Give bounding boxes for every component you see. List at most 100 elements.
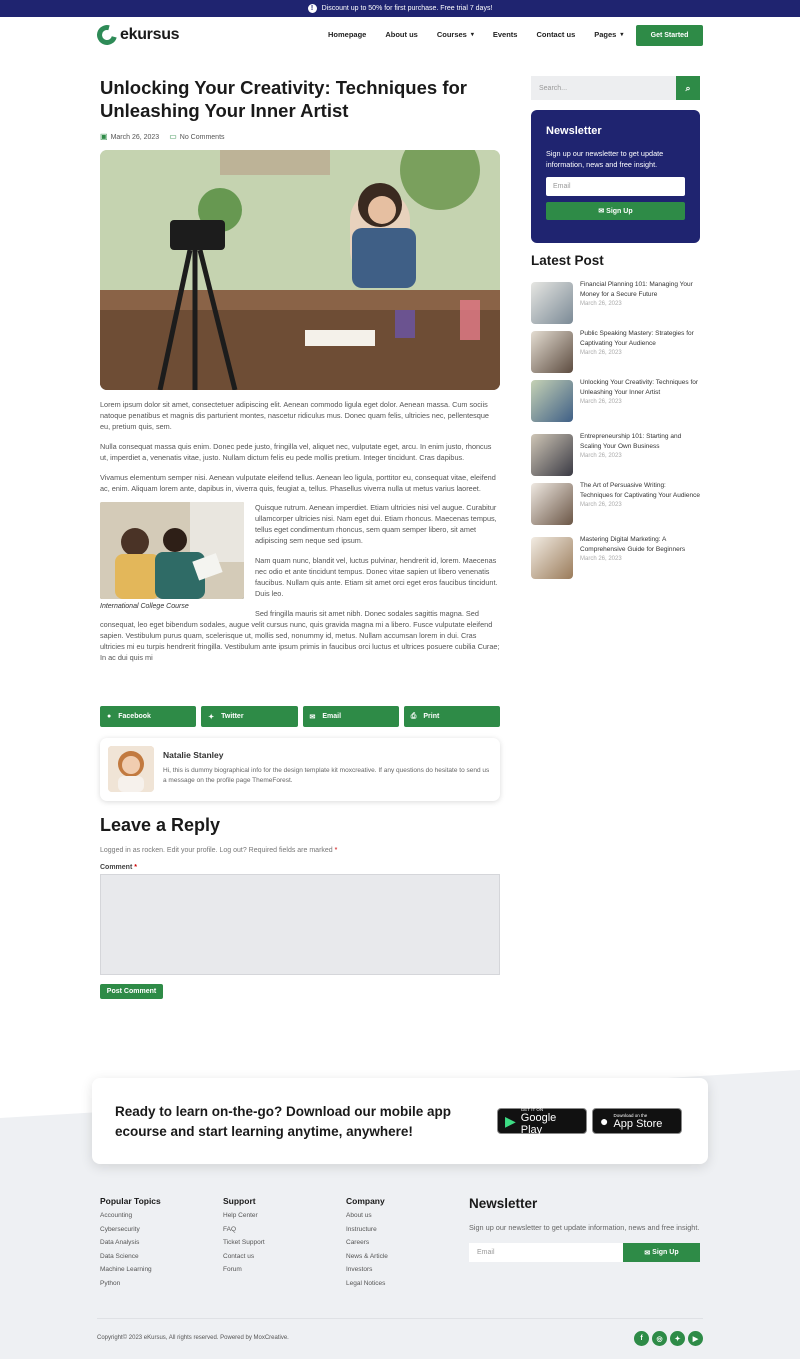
comment-textarea[interactable] [100, 874, 500, 975]
footer-link[interactable]: Data Science [100, 1253, 161, 1261]
post-date: March 26, 2023 [580, 502, 622, 508]
envelope-icon: ✉ [309, 713, 316, 721]
nav-item-contact[interactable]: Contact us [536, 30, 575, 39]
footer-link[interactable]: Python [100, 1280, 161, 1288]
site-logo[interactable]: ekursus [93, 21, 180, 49]
latest-post-item[interactable]: Public Speaking Mastery: Strategies for … [531, 329, 700, 380]
footer-divider [97, 1318, 703, 1319]
facebook-icon: ● [107, 713, 112, 720]
comment-label: Comment [100, 864, 133, 871]
search-button[interactable]: ⌕ [676, 76, 700, 100]
footer-heading: Popular Topics [100, 1196, 161, 1206]
facebook-icon[interactable]: f [634, 1331, 649, 1346]
footer-link[interactable]: Forum [223, 1266, 265, 1274]
inline-image-illustration [100, 502, 244, 599]
announcement-text: Discount up to 50% for first purchase. F… [321, 5, 493, 12]
google-play-button[interactable]: ▶ GET IT ON Google Play [497, 1107, 587, 1136]
get-started-button[interactable]: Get Started [636, 25, 703, 46]
latest-post-item[interactable]: Financial Planning 101: Managing Your Mo… [531, 280, 700, 331]
post-date: March 26, 2023 [580, 399, 622, 405]
apple-icon: ● [600, 1113, 609, 1129]
twitter-icon[interactable]: ✦ [670, 1331, 685, 1346]
footer-link[interactable]: Instructure [346, 1226, 388, 1234]
post-date: March 26, 2023 [580, 350, 622, 356]
instagram-icon[interactable]: ◎ [652, 1331, 667, 1346]
post-title[interactable]: Unlocking Your Creativity: Techniques fo… [580, 378, 700, 398]
twitter-icon: ✦ [208, 713, 215, 721]
article-title: Unlocking Your Creativity: Techniques fo… [100, 77, 467, 121]
main-nav: Homepage About us Courses ▾ Events Contac… [328, 30, 642, 39]
latest-post-item[interactable]: Unlocking Your Creativity: Techniques fo… [531, 378, 700, 434]
newsletter-email-field[interactable]: Email [546, 177, 685, 196]
footer-link[interactable]: Ticket Support [223, 1239, 265, 1247]
footer-link[interactable]: Accounting [100, 1212, 161, 1220]
author-name[interactable]: Natalie Stanley [163, 750, 223, 760]
logo-mark-icon [93, 21, 121, 49]
footer-link[interactable]: Contact us [223, 1253, 265, 1261]
nav-item-events[interactable]: Events [493, 30, 518, 39]
sidebar: Search... ⌕ Newsletter Sign up our newsl… [531, 76, 700, 586]
app-store-button[interactable]: ● Download on the App Store [592, 1108, 682, 1134]
post-date: March 26, 2023 [580, 453, 622, 459]
sidebar-search: Search... ⌕ [531, 76, 700, 100]
nav-item-courses[interactable]: Courses ▾ [437, 30, 474, 39]
comment-form: Leave a Reply Logged in as rocken. Edit … [100, 815, 500, 999]
post-title[interactable]: Public Speaking Mastery: Strategies for … [580, 329, 700, 349]
footer-link[interactable]: Cybersecurity [100, 1226, 161, 1234]
chevron-down-icon: ▾ [620, 32, 624, 38]
article: Unlocking Your Creativity: Techniques fo… [100, 76, 500, 663]
nav-item-about[interactable]: About us [385, 30, 418, 39]
latest-post-item[interactable]: The Art of Persuasive Writing: Technique… [531, 481, 700, 537]
post-thumbnail [531, 434, 573, 476]
footer-link[interactable]: Investors [346, 1266, 388, 1274]
article-date[interactable]: March 26, 2023 [111, 134, 160, 141]
featured-image [100, 150, 500, 390]
post-title[interactable]: Financial Planning 101: Managing Your Mo… [580, 280, 700, 300]
post-comment-button[interactable]: Post Comment [100, 984, 163, 999]
nav-item-pages[interactable]: Pages ▾ [594, 30, 623, 39]
inline-image [100, 502, 244, 599]
article-paragraph: Vivamus elementum semper nisi. Aenean vu… [100, 473, 496, 493]
share-print-button[interactable]: ⎙ Print [403, 706, 500, 727]
article-comments[interactable]: No Comments [180, 134, 225, 141]
footer-link[interactable]: Help Center [223, 1212, 265, 1220]
footer-email-field[interactable]: Email [469, 1243, 623, 1262]
footer-signup-button[interactable]: ✉ Sign Up [623, 1243, 700, 1262]
latest-post-list: Financial Planning 101: Managing Your Mo… [531, 280, 700, 586]
share-twitter-button[interactable]: ✦ Twitter [201, 706, 298, 727]
envelope-icon: ✉ [644, 1249, 653, 1257]
footer-heading: Company [346, 1196, 385, 1206]
post-date: March 26, 2023 [580, 301, 622, 307]
footer-heading: Support [223, 1196, 256, 1206]
article-paragraph: Lorem ipsum dolor sit amet, consectetuer… [100, 400, 489, 431]
footer-link[interactable]: FAQ [223, 1226, 265, 1234]
youtube-icon[interactable]: ▶ [688, 1331, 703, 1346]
post-title[interactable]: Entrepreneurship 101: Starting and Scali… [580, 432, 700, 452]
post-title[interactable]: Mastering Digital Marketing: A Comprehen… [580, 535, 700, 555]
article-meta: ▣ March 26, 2023 ▭ No Comments [100, 132, 500, 141]
site-header: ekursus Homepage About us Courses ▾ Event… [0, 17, 800, 55]
post-title[interactable]: The Art of Persuasive Writing: Technique… [580, 481, 700, 501]
printer-icon: ⎙ [410, 712, 417, 720]
post-thumbnail [531, 537, 573, 579]
latest-post-item[interactable]: Mastering Digital Marketing: A Comprehen… [531, 535, 700, 586]
author-avatar [108, 746, 154, 792]
footer-link[interactable]: Legal Notices [346, 1280, 388, 1288]
footer-link[interactable]: Careers [346, 1239, 388, 1247]
nav-item-homepage[interactable]: Homepage [328, 30, 366, 39]
footer-newsletter-heading: Newsletter [469, 1196, 538, 1211]
post-thumbnail [531, 483, 573, 525]
featured-image-illustration [100, 150, 500, 390]
share-facebook-button[interactable]: ● Facebook [100, 706, 197, 727]
app-download-banner: Ready to learn on-the-go? Download our m… [92, 1078, 708, 1164]
footer-link[interactable]: News & Article [346, 1253, 388, 1261]
footer-link[interactable]: Data Analysis [100, 1239, 161, 1247]
footer-newsletter: Newsletter Sign up our newsletter to get… [469, 1196, 700, 1262]
post-thumbnail [531, 282, 573, 324]
search-input[interactable]: Search... [531, 76, 676, 100]
footer-link[interactable]: About us [346, 1212, 388, 1220]
footer-link[interactable]: Machine Learning [100, 1266, 161, 1274]
latest-post-item[interactable]: Entrepreneurship 101: Starting and Scali… [531, 432, 700, 483]
newsletter-signup-button[interactable]: ✉ Sign Up [546, 202, 685, 220]
share-email-button[interactable]: ✉ Email [302, 706, 399, 727]
